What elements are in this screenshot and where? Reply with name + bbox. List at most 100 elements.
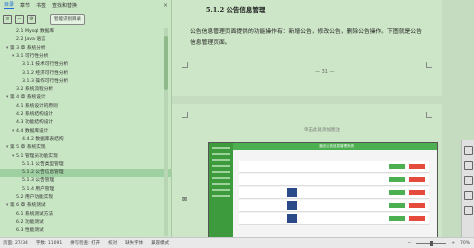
toc-item[interactable]: 4.4.2 数据库表结构	[0, 136, 171, 144]
word-count[interactable]: 字数: 11091	[36, 240, 62, 246]
toc-item-label: 第 3 章 系统分析	[10, 45, 46, 51]
page-indicator[interactable]: 页面: 27/34	[3, 240, 28, 246]
body-paragraph: 公告信息管理页面提供的功能操作有：新增公告，修改公告，删除公告操作。下图就是公告…	[190, 29, 422, 46]
toc-item[interactable]: ▾ 第 4 章 系统设计	[0, 94, 166, 102]
zoom-in-icon[interactable]: +	[451, 241, 455, 246]
toc-item[interactable]: 4.2 系统结构设计	[0, 111, 171, 119]
toc-item-label: 5.1.2 公告信息管理	[22, 170, 64, 176]
caption-placeholder[interactable]: 单击此处添加图注	[304, 127, 340, 133]
toc-item[interactable]: 3.1.1 技术可行性分析	[0, 61, 171, 69]
tab-chapters[interactable]: 章节	[20, 2, 30, 9]
toc-item-label: 第 5 章 系统实现	[10, 145, 46, 151]
toc-item[interactable]: 5.1.4 用户管理	[0, 186, 171, 194]
close-icon[interactable]: ×	[163, 2, 168, 9]
collapse-icon[interactable]: −	[15, 14, 24, 24]
smart-toc-button[interactable]: 智能识别目录	[50, 13, 85, 25]
toc-item-label: 6.3 性能测试	[16, 228, 44, 234]
toc-item-label: 3.2 系统流程分析	[16, 87, 54, 93]
screenshot-header: 酒店公告信息管理系统	[233, 143, 437, 150]
toc-item-label: 4.4.2 数据库表结构	[22, 136, 64, 142]
toc-item-label: 3.1.3 操作可行性分析	[22, 78, 69, 84]
zoom-out-icon[interactable]: −	[407, 241, 411, 246]
tab-bookmarks[interactable]: 书签	[36, 2, 46, 9]
nav-toolbar: ≡ − ⚙ 智能识别目录	[0, 11, 171, 27]
missing-font[interactable]: 缺失字体	[125, 240, 143, 246]
expand-icon[interactable]: ≡	[3, 14, 12, 24]
toc-item-label: 第 4 章 系统设计	[10, 95, 46, 101]
toc-item-label: 4.3 功能结构设计	[16, 120, 54, 126]
zoom-level[interactable]: 70%	[460, 241, 470, 246]
margin-corner	[426, 62, 432, 68]
margin-corner	[426, 112, 432, 118]
spell-check[interactable]: 拼写检查: 打开	[70, 240, 100, 246]
toc-item[interactable]: 5.1.2 公告信息管理	[0, 169, 171, 178]
toc-item[interactable]: 3.1.3 操作可行性分析	[0, 78, 171, 86]
toc-item-label: 第 6 章 系统测试	[10, 203, 46, 209]
embedded-screenshot[interactable]: 酒店公告信息管理系统	[208, 142, 438, 237]
toc-item[interactable]: 5.1.3 公告管理	[0, 177, 171, 185]
toc-item-label: 5.2 用户功能实现	[16, 195, 54, 200]
toc-item-label: 2.1 Mysql 数据库	[16, 29, 55, 34]
smart-toc-label: 智能识别目录	[54, 16, 81, 22]
tab-find-replace[interactable]: 查找和替换	[52, 2, 77, 9]
table-row	[239, 174, 429, 186]
table-row	[239, 213, 429, 225]
margin-corner	[182, 112, 188, 118]
tab-toc[interactable]: 目录	[4, 1, 15, 9]
toc-item-label: 5.1 管理员功能实现	[16, 153, 58, 159]
crop-icon[interactable]	[463, 146, 473, 155]
toc-item[interactable]: ▾ 第 5 章 系统实现	[0, 144, 166, 152]
toc-list: 2.1 Mysql 数据库 2.2 Java 语言 ▾ 第 3 章 系统分析 ▾ 3.1 …	[0, 28, 171, 236]
toc-item[interactable]: 4.3 功能结构设计	[0, 119, 171, 127]
document-page: 5.1.2 公告信息管理 公告信息管理页面提供的功能操作有：新增公告，修改公告，…	[172, 0, 442, 96]
toc-item[interactable]: 5.2 用户功能实现	[0, 194, 171, 202]
more-icon[interactable]	[463, 206, 473, 215]
navigation-pane: 目录 章节 书签 查找和替换 × ≡ − ⚙ 智能识别目录 2.1 Mysql …	[0, 0, 172, 237]
toc-item[interactable]: 2.1 Mysql 数据库	[0, 28, 171, 36]
toc-item[interactable]: ▾ 3.1 可行性分析	[0, 53, 171, 61]
toc-item-label: 5.1.1 公告类型管理	[22, 161, 64, 167]
toc-item-label: 3.1 可行性分析	[16, 53, 49, 59]
toc-item[interactable]: ▾ 5.1 管理员功能实现	[0, 153, 171, 161]
layout-options-icon[interactable]: ⊠	[182, 196, 187, 203]
rotate-icon[interactable]	[463, 176, 473, 185]
toc-item[interactable]: 6.2 功能测试	[0, 219, 171, 227]
toc-item[interactable]: 2.2 Java 语言	[0, 36, 171, 44]
toc-item-label: 6.2 功能测试	[16, 219, 44, 225]
toc-item[interactable]: 3.2 系统流程分析	[0, 86, 171, 94]
toc-item-label: 5.1.3 公告管理	[22, 178, 55, 184]
zoom-icon[interactable]	[463, 161, 473, 170]
toc-item[interactable]: 6.1 系统测试方法	[0, 211, 171, 219]
settings-icon[interactable]: ⚙	[27, 14, 36, 24]
image-tools	[461, 140, 474, 237]
toc-item[interactable]: 5.1.1 公告类型管理	[0, 161, 171, 169]
proofread[interactable]: 校对	[108, 240, 117, 246]
table-row	[239, 161, 429, 173]
zoom-controls: − + 70%	[407, 240, 474, 246]
zoom-slider[interactable]	[416, 240, 447, 246]
toc-item-label: 5.1.4 用户管理	[22, 186, 55, 192]
toc-item-label: 4.1 系统设计的原则	[16, 103, 58, 109]
table-row	[239, 187, 429, 199]
table-row	[239, 200, 429, 212]
toc-item[interactable]: ▾ 第 3 章 系统分析	[0, 45, 166, 53]
toc-item-label: 4.4 数据库设计	[16, 128, 49, 134]
toc-item-label: 2.2 Java 语言	[16, 37, 46, 43]
nav-tabs: 目录 章节 书签 查找和替换	[0, 0, 171, 10]
toc-item[interactable]: ▾ 第 6 章 系统测试	[0, 202, 166, 210]
toc-item[interactable]: 4.1 系统设计的原则	[0, 103, 171, 111]
toc-scrollbar[interactable]	[164, 28, 168, 236]
toc-item-label: 6.1 系统测试方法	[16, 211, 54, 217]
status-bar: 页面: 27/34 字数: 11091 拼写检查: 打开 校对 缺失字体 兼容模…	[0, 237, 474, 248]
toc-item[interactable]: 6.3 性能测试	[0, 227, 171, 235]
compat-mode: 兼容模式	[151, 241, 170, 246]
toc-item-label: 3.1.2 经济可行性分析	[22, 70, 69, 76]
page-number: — 31 —	[315, 69, 335, 75]
toc-item[interactable]: 3.1.2 经济可行性分析	[0, 70, 171, 78]
scrollbar-thumb[interactable]	[164, 36, 168, 90]
toc-item[interactable]: ▾ 4.4 数据库设计	[0, 128, 171, 136]
margin-corner	[182, 62, 188, 68]
screenshot-title: 酒店公告信息管理系统	[319, 144, 354, 148]
toc-item-label: 3.1.1 技术可行性分析	[22, 62, 69, 68]
replace-icon[interactable]	[463, 191, 473, 200]
